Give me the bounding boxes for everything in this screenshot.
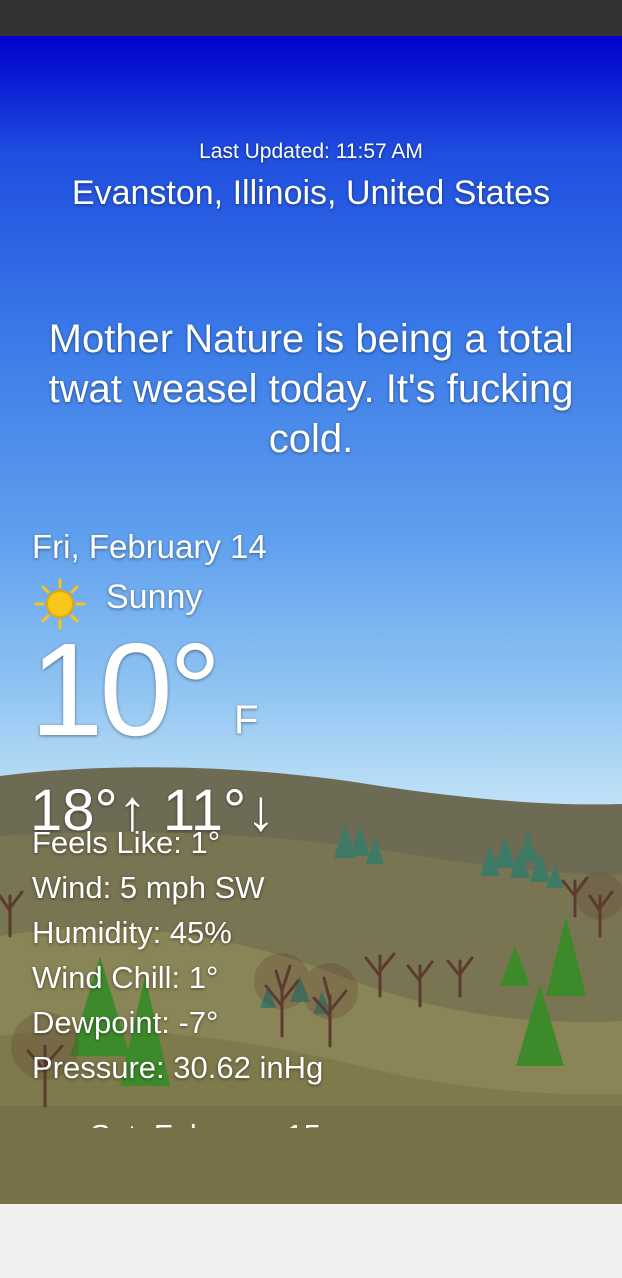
status-bar xyxy=(0,0,622,36)
humidity: Humidity: 45% xyxy=(32,915,232,950)
dewpoint: Dewpoint: -7° xyxy=(32,1005,219,1040)
weather-quip: Mother Nature is being a total twat weas… xyxy=(48,317,574,461)
wind-chill: Wind Chill: 1° xyxy=(32,960,219,995)
wind: Wind: 5 mph SW xyxy=(32,870,265,905)
feels-like: Feels Like: 1° xyxy=(32,825,221,860)
weather-screen[interactable]: Last Updated: 11:57 AM Evanston, Illinoi… xyxy=(0,36,622,1204)
last-updated-text: Last Updated: 11:57 AM xyxy=(199,140,423,163)
current-date: Fri, February 14 xyxy=(32,528,267,565)
temperature-unit: F xyxy=(234,698,259,742)
pressure: Pressure: 30.62 inHg xyxy=(32,1050,324,1085)
next-day-clip: Sat, February 15 xyxy=(0,1116,622,1128)
current-temperature: 10° xyxy=(30,616,222,763)
navigation-bar xyxy=(0,1204,622,1278)
weather-details-list: Feels Like: 1° Wind: 5 mph SW Humidity: … xyxy=(32,820,323,1090)
next-day-date: Sat, February 15 xyxy=(90,1116,321,1128)
location-title[interactable]: Evanston, Illinois, United States xyxy=(0,174,622,213)
condition-text: Sunny xyxy=(106,578,203,616)
